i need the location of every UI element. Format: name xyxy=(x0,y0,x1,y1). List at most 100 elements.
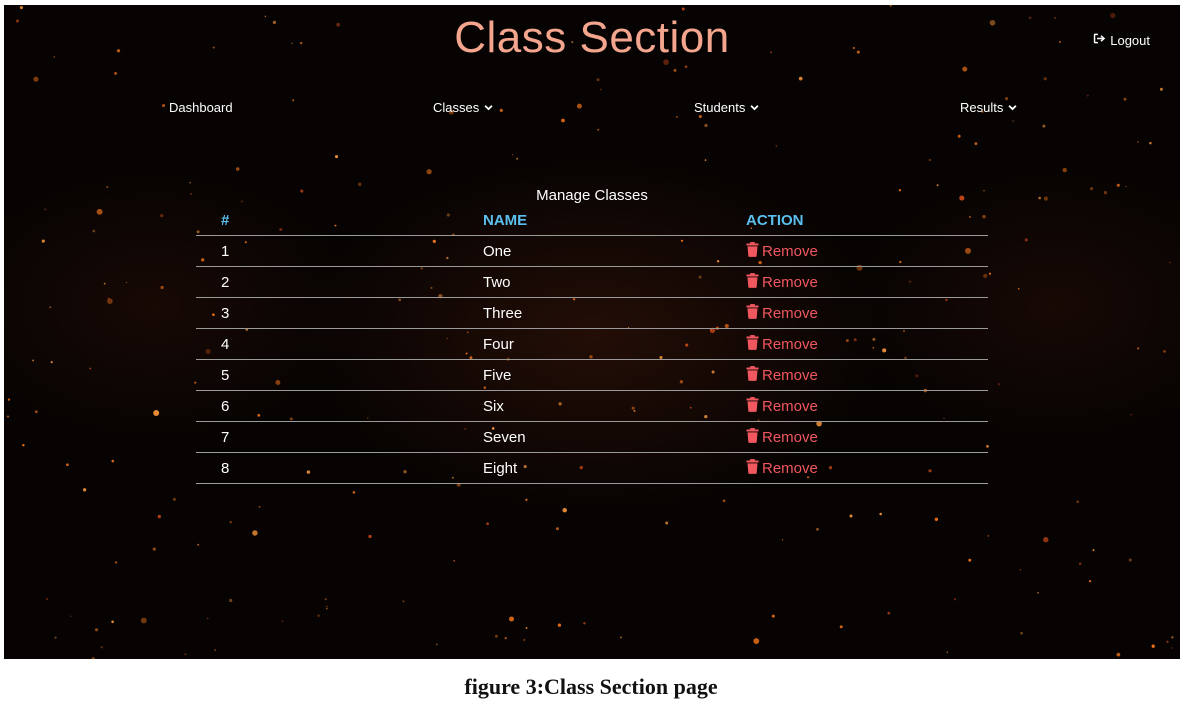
trash-icon xyxy=(746,334,759,354)
ember-particle xyxy=(229,521,232,524)
table-row: 7 Seven Remove xyxy=(196,421,988,453)
ember-particle xyxy=(849,514,853,518)
remove-label: Remove xyxy=(762,397,818,415)
table-row: 3 Three Remove xyxy=(196,297,988,329)
ember-particle xyxy=(673,68,677,72)
ember-particle xyxy=(1019,569,1022,571)
remove-button[interactable]: Remove xyxy=(746,396,818,416)
ember-particle xyxy=(140,617,147,624)
nav-item-label: Students xyxy=(694,100,746,115)
ember-particle xyxy=(160,285,164,290)
ember-particle xyxy=(753,638,760,645)
ember-particle xyxy=(987,535,990,537)
class-name: Seven xyxy=(483,421,746,453)
ember-particle xyxy=(839,625,843,629)
table-header-row: # NAME ACTION xyxy=(196,206,988,236)
ember-particle xyxy=(91,657,95,659)
remove-button[interactable]: Remove xyxy=(746,334,818,354)
trash-icon xyxy=(746,303,759,323)
ember-particle xyxy=(997,383,1001,386)
ember-particle xyxy=(44,208,46,211)
ember-particle xyxy=(974,142,978,146)
action-cell: Remove xyxy=(746,235,988,267)
chevron-down-icon xyxy=(1008,100,1017,115)
remove-button[interactable]: Remove xyxy=(746,272,818,292)
table-row: 2 Two Remove xyxy=(196,266,988,298)
ember-particle xyxy=(103,282,106,285)
remove-button[interactable]: Remove xyxy=(746,427,818,447)
table-row: 6 Six Remove xyxy=(196,390,988,422)
remove-button[interactable]: Remove xyxy=(746,303,818,323)
ember-particle xyxy=(1092,549,1095,552)
nav-item-classes[interactable]: Classes xyxy=(433,100,493,115)
row-number: 3 xyxy=(196,297,483,329)
class-name: One xyxy=(483,235,746,267)
ember-particle xyxy=(114,71,118,75)
class-name: Six xyxy=(483,390,746,422)
ember-particle xyxy=(557,623,562,627)
ember-particle xyxy=(1088,580,1092,583)
ember-particle xyxy=(197,543,200,546)
row-number: 6 xyxy=(196,390,483,422)
remove-button[interactable]: Remove xyxy=(746,458,818,478)
ember-particle xyxy=(681,7,685,11)
ember-particle xyxy=(32,359,35,362)
table-row: 4 Four Remove xyxy=(196,328,988,360)
ember-particle xyxy=(34,410,38,414)
ember-particle xyxy=(324,598,327,601)
ember-particle xyxy=(157,514,161,519)
ember-particle xyxy=(1043,537,1049,543)
ember-particle xyxy=(798,76,803,81)
ember-particle xyxy=(781,539,784,541)
action-cell: Remove xyxy=(746,452,988,484)
remove-button[interactable]: Remove xyxy=(746,241,818,261)
ember-particle xyxy=(1017,287,1020,290)
action-cell: Remove xyxy=(746,297,988,329)
ember-particle xyxy=(66,463,69,467)
class-name: Eight xyxy=(483,452,746,484)
action-cell: Remove xyxy=(746,266,988,298)
remove-label: Remove xyxy=(762,366,818,384)
trash-icon xyxy=(746,241,759,261)
ember-particle xyxy=(1062,167,1067,173)
action-cell: Remove xyxy=(746,328,988,360)
ember-particle xyxy=(426,169,432,175)
ember-particle xyxy=(816,527,819,531)
ember-particle xyxy=(704,159,707,161)
trash-icon xyxy=(746,427,759,447)
logout-button[interactable]: Logout xyxy=(1093,32,1150,48)
ember-particle xyxy=(1169,261,1171,264)
nav-item-dashboard[interactable]: Dashboard xyxy=(169,100,233,115)
table-row: 5 Five Remove xyxy=(196,359,988,391)
ember-particle xyxy=(555,527,559,531)
ember-particle xyxy=(22,444,25,447)
ember-particle xyxy=(1151,644,1155,648)
ember-particle xyxy=(1166,640,1169,643)
ember-particle xyxy=(1128,558,1132,562)
action-cell: Remove xyxy=(746,359,988,391)
chevron-down-icon xyxy=(750,100,759,115)
ember-particle xyxy=(70,615,72,617)
ember-particle xyxy=(599,88,602,91)
ember-particle xyxy=(189,181,192,184)
ember-particle xyxy=(946,651,948,653)
table-row: 1 One Remove xyxy=(196,235,988,267)
nav-item-results[interactable]: Results xyxy=(960,100,1017,115)
ember-particle xyxy=(1149,141,1152,145)
ember-particle xyxy=(957,134,961,138)
ember-particle xyxy=(229,598,233,603)
ember-particle xyxy=(453,560,456,562)
trash-icon xyxy=(746,396,759,416)
ember-particle xyxy=(1137,347,1140,350)
app-screen: Class Section Logout Dashboard Classes S… xyxy=(4,5,1180,659)
ember-particle xyxy=(89,367,92,370)
chevron-down-icon xyxy=(484,100,493,115)
row-number: 5 xyxy=(196,359,483,391)
remove-button[interactable]: Remove xyxy=(746,365,818,385)
table-body: 1 One Remove 2 Two Remove 3 Three Remove 4 Four Rem… xyxy=(196,235,988,484)
nav-item-students[interactable]: Students xyxy=(694,100,759,115)
ember-particle xyxy=(45,598,49,601)
ember-particle xyxy=(523,638,526,642)
ember-particle xyxy=(684,65,688,68)
main-nav: Dashboard Classes Students Results xyxy=(4,100,1180,120)
